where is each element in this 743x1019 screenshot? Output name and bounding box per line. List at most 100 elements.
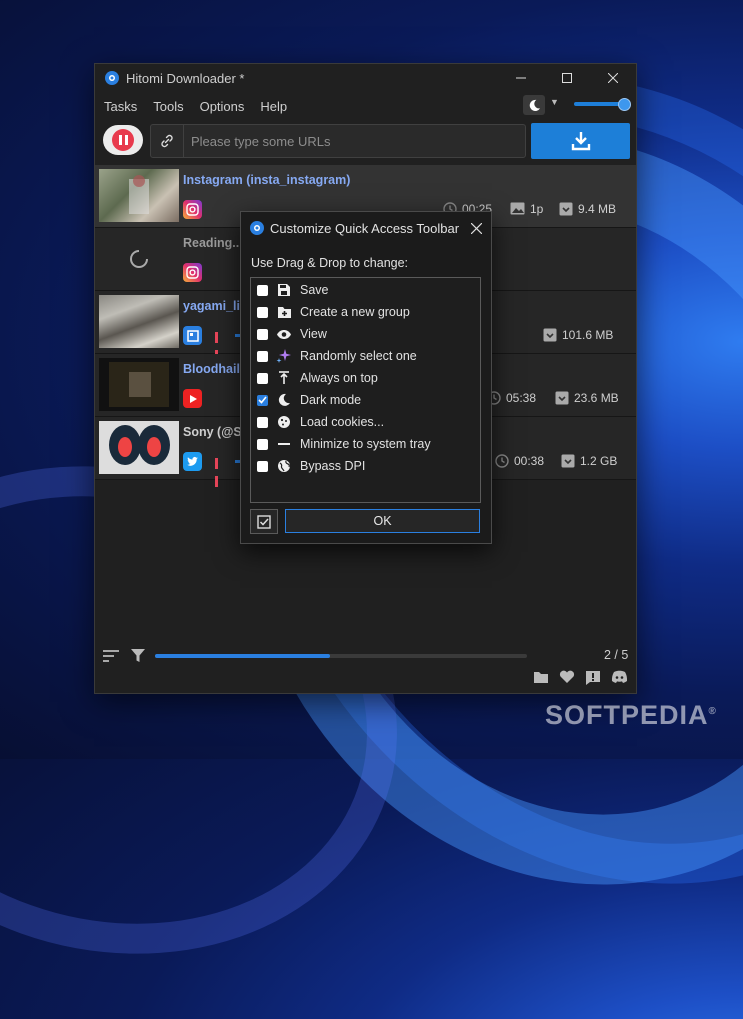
minimize-icon[interactable] — [498, 64, 544, 92]
toolbar-item-minimize-tray[interactable]: Minimize to system tray — [257, 434, 431, 454]
download-button[interactable] — [531, 123, 630, 159]
task-title: Instagram (insta_instagram) — [183, 173, 351, 187]
window-title: Hitomi Downloader * — [126, 70, 245, 86]
checkbox[interactable] — [257, 460, 268, 472]
task-size: 9.4 MB — [558, 201, 616, 216]
task-thumbnail — [99, 232, 179, 285]
task-thumbnail — [99, 358, 179, 411]
pause-all-button[interactable] — [103, 125, 143, 155]
save-icon — [276, 282, 292, 298]
filter-icon[interactable] — [130, 648, 146, 668]
task-duration: 05:38 — [486, 390, 536, 405]
task-duration: 00:38 — [494, 453, 544, 468]
checkbox-icon — [257, 514, 271, 529]
twitter-icon — [183, 452, 202, 471]
task-file-count: 1p — [510, 201, 543, 216]
archive-icon — [560, 453, 575, 468]
checkbox[interactable] — [257, 372, 268, 384]
task-thumbnail — [99, 295, 179, 348]
toolbar-item-view[interactable]: View — [257, 324, 327, 344]
moon-icon — [529, 99, 540, 111]
task-thumbnail — [99, 421, 179, 474]
youtube-icon — [183, 389, 202, 408]
checkbox[interactable] — [257, 284, 268, 296]
link-icon — [151, 125, 184, 157]
task-title: yagami_li — [183, 299, 240, 313]
checkbox[interactable] — [257, 350, 268, 362]
chevron-down-icon[interactable]: ▼ — [550, 97, 559, 107]
page-counter: 2 / 5 — [604, 648, 629, 662]
toolbar-item-list: Save Create a new group View Randomly se… — [250, 277, 481, 503]
toolbar-item-always-on-top[interactable]: Always on top — [257, 368, 378, 388]
menu-tasks[interactable]: Tasks — [95, 99, 145, 114]
image-icon — [510, 201, 525, 216]
slider-handle[interactable] — [618, 98, 631, 111]
instagram-icon — [183, 263, 202, 282]
toolbar-item-load-cookies[interactable]: Load cookies... — [257, 412, 384, 432]
new-group-icon — [276, 304, 292, 320]
generic-site-icon — [183, 326, 202, 345]
globe-icon — [276, 458, 292, 474]
task-size: 101.6 MB — [542, 327, 613, 342]
toolbar-item-bypass-dpi[interactable]: Bypass DPI — [257, 456, 365, 476]
discord-icon[interactable] — [611, 670, 628, 691]
maximize-icon[interactable] — [544, 64, 590, 92]
status-bar: 2 / 5 — [95, 643, 636, 693]
ok-button[interactable]: OK — [285, 509, 480, 533]
task-title: Sony (@Sc — [183, 425, 249, 439]
dialog-title: Customize Quick Access Toolbar — [270, 220, 460, 236]
toolbar-item-save[interactable]: Save — [257, 280, 329, 300]
checkbox-checked[interactable] — [257, 394, 268, 406]
checkbox[interactable] — [257, 328, 268, 340]
app-logo-icon — [250, 221, 264, 235]
app-logo-icon — [105, 71, 119, 85]
customize-toolbar-dialog: Customize Quick Access Toolbar Use Drag … — [240, 211, 492, 544]
sort-icon[interactable] — [102, 649, 120, 668]
archive-icon — [554, 390, 569, 405]
url-row: Please type some URLs — [103, 123, 630, 159]
archive-icon — [542, 327, 557, 342]
url-field[interactable]: Please type some URLs — [150, 124, 526, 158]
task-pause-icon[interactable] — [215, 456, 223, 487]
task-size: 1.2 GB — [560, 453, 617, 468]
task-pause-icon[interactable] — [215, 330, 223, 361]
menu-tools[interactable]: Tools — [145, 99, 191, 114]
toolbar-item-dark-mode[interactable]: Dark mode — [257, 390, 361, 410]
checkbox[interactable] — [257, 416, 268, 428]
minimize-icon — [276, 436, 292, 452]
checkbox[interactable] — [257, 306, 268, 318]
checkbox[interactable] — [257, 438, 268, 450]
title-bar: Hitomi Downloader * — [95, 64, 636, 92]
sparkle-icon — [276, 348, 292, 364]
dark-mode-quick-button[interactable] — [523, 95, 545, 115]
download-icon — [571, 132, 590, 151]
archive-icon — [558, 201, 573, 216]
task-thumbnail — [99, 169, 179, 222]
clock-icon — [494, 453, 509, 468]
task-title: Bloodhail — [183, 362, 240, 376]
pause-icon — [112, 129, 134, 151]
url-placeholder: Please type some URLs — [191, 133, 331, 149]
dialog-title-bar: Customize Quick Access Toolbar — [241, 212, 491, 244]
eye-icon — [276, 326, 292, 342]
task-title: Reading... — [183, 236, 243, 250]
loading-spinner-icon — [130, 249, 148, 268]
dialog-instruction: Use Drag & Drop to change: — [251, 256, 409, 270]
heart-icon[interactable] — [559, 670, 575, 691]
close-icon[interactable] — [590, 64, 636, 92]
task-size: 23.6 MB — [554, 390, 619, 405]
close-icon[interactable] — [461, 222, 491, 234]
overall-progress-bar — [155, 654, 527, 658]
opacity-slider[interactable] — [574, 98, 631, 111]
pin-top-icon — [276, 370, 292, 386]
menu-help[interactable]: Help — [252, 99, 295, 114]
folder-icon[interactable] — [533, 670, 549, 691]
moon-icon — [276, 392, 292, 408]
select-all-button[interactable] — [250, 509, 278, 534]
softpedia-watermark: SOFTPEDIA® — [545, 700, 717, 730]
toolbar-item-random[interactable]: Randomly select one — [257, 346, 417, 366]
toolbar-item-new-group[interactable]: Create a new group — [257, 302, 410, 322]
instagram-icon — [183, 200, 202, 219]
feedback-icon[interactable] — [585, 670, 601, 691]
menu-options[interactable]: Options — [192, 99, 253, 114]
